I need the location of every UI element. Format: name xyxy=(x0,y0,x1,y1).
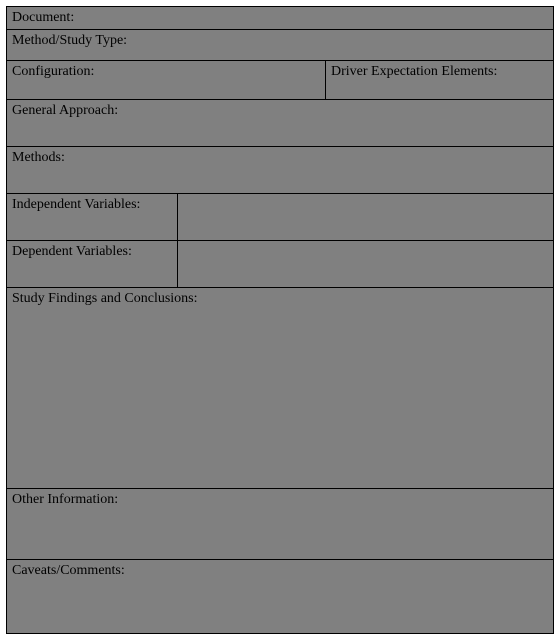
row-caveats: Caveats/Comments: xyxy=(7,560,553,633)
form-sheet: Document: Method/Study Type: Configurati… xyxy=(0,0,559,643)
row-config-driver: Configuration: Driver Expectation Elemen… xyxy=(7,61,553,100)
form-table: Document: Method/Study Type: Configurati… xyxy=(6,6,554,634)
label-dependent-vars: Dependent Variables: xyxy=(12,244,132,259)
label-general-approach: General Approach: xyxy=(12,103,118,118)
label-independent-vars: Independent Variables: xyxy=(12,197,140,212)
row-independent-vars: Independent Variables: xyxy=(7,194,553,241)
label-configuration: Configuration: xyxy=(12,64,94,79)
row-methods: Methods: xyxy=(7,147,553,194)
row-document: Document: xyxy=(7,7,553,30)
label-findings: Study Findings and Conclusions: xyxy=(12,291,198,306)
row-method-study-type: Method/Study Type: xyxy=(7,30,553,61)
row-other-info: Other Information: xyxy=(7,489,553,560)
label-driver-expectation: Driver Expectation Elements: xyxy=(331,64,497,79)
row-dependent-vars: Dependent Variables: xyxy=(7,241,553,288)
label-document: Document: xyxy=(12,10,74,25)
row-findings: Study Findings and Conclusions: xyxy=(7,288,553,489)
label-methods: Methods: xyxy=(12,150,65,165)
label-caveats: Caveats/Comments: xyxy=(12,563,125,578)
label-method-study-type: Method/Study Type: xyxy=(12,33,127,48)
label-other-info: Other Information: xyxy=(12,492,118,507)
row-general-approach: General Approach: xyxy=(7,100,553,147)
